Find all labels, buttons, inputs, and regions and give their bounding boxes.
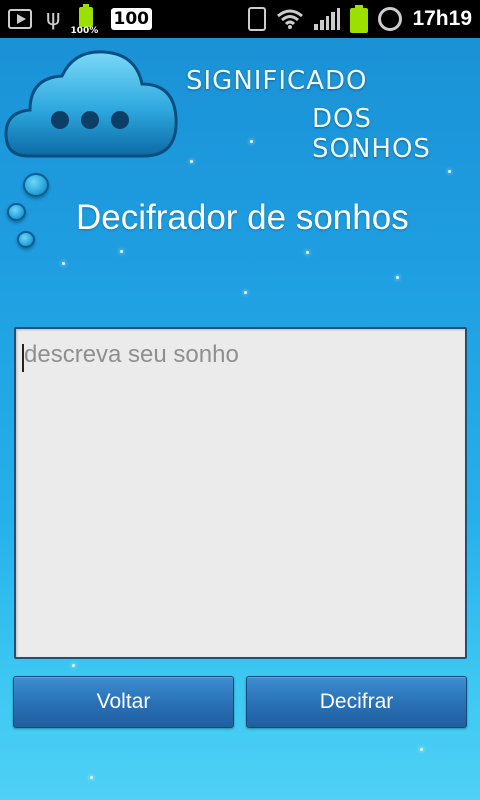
status-bar: ψ 100% 100 17h19 bbox=[0, 0, 480, 38]
wifi-icon bbox=[277, 9, 304, 29]
dream-description-input[interactable] bbox=[14, 327, 467, 659]
star bbox=[72, 664, 75, 667]
thought-bubble-large bbox=[23, 173, 49, 197]
thought-bubble-small bbox=[17, 231, 35, 248]
star bbox=[62, 262, 65, 265]
battery-badge: 100 bbox=[110, 8, 153, 30]
star bbox=[244, 291, 247, 294]
alarm-icon bbox=[378, 7, 403, 31]
signal-icon bbox=[314, 8, 341, 30]
thought-bubble-medium bbox=[7, 203, 26, 221]
status-clock: 17h19 bbox=[412, 7, 472, 30]
star bbox=[190, 160, 193, 163]
star bbox=[120, 250, 123, 253]
status-bar-left: ψ 100% 100 bbox=[8, 0, 153, 38]
logo-text-line1: SIGNIFICADO bbox=[186, 66, 368, 96]
text-cursor bbox=[22, 344, 24, 372]
star bbox=[90, 776, 93, 779]
usb-icon: ψ bbox=[46, 6, 61, 31]
page-title: Decifrador de sonhos bbox=[76, 198, 409, 237]
battery-charging-icon: 100% bbox=[71, 4, 98, 36]
logo-text-line2: DOS SONHOS bbox=[312, 104, 431, 164]
battery-percent-label: 100% bbox=[70, 26, 99, 36]
play-store-icon bbox=[8, 9, 32, 29]
star bbox=[306, 251, 309, 254]
cloud-chat-icon bbox=[4, 44, 180, 168]
vibrate-icon bbox=[248, 7, 267, 31]
star bbox=[420, 748, 423, 751]
star bbox=[448, 170, 451, 173]
battery-icon bbox=[350, 5, 369, 33]
cloud-shape bbox=[4, 50, 178, 158]
star bbox=[396, 276, 399, 279]
back-button[interactable]: Voltar bbox=[13, 676, 234, 728]
decode-button[interactable]: Decifrar bbox=[246, 676, 467, 728]
status-bar-right: 17h19 bbox=[248, 0, 472, 38]
star bbox=[250, 140, 253, 143]
